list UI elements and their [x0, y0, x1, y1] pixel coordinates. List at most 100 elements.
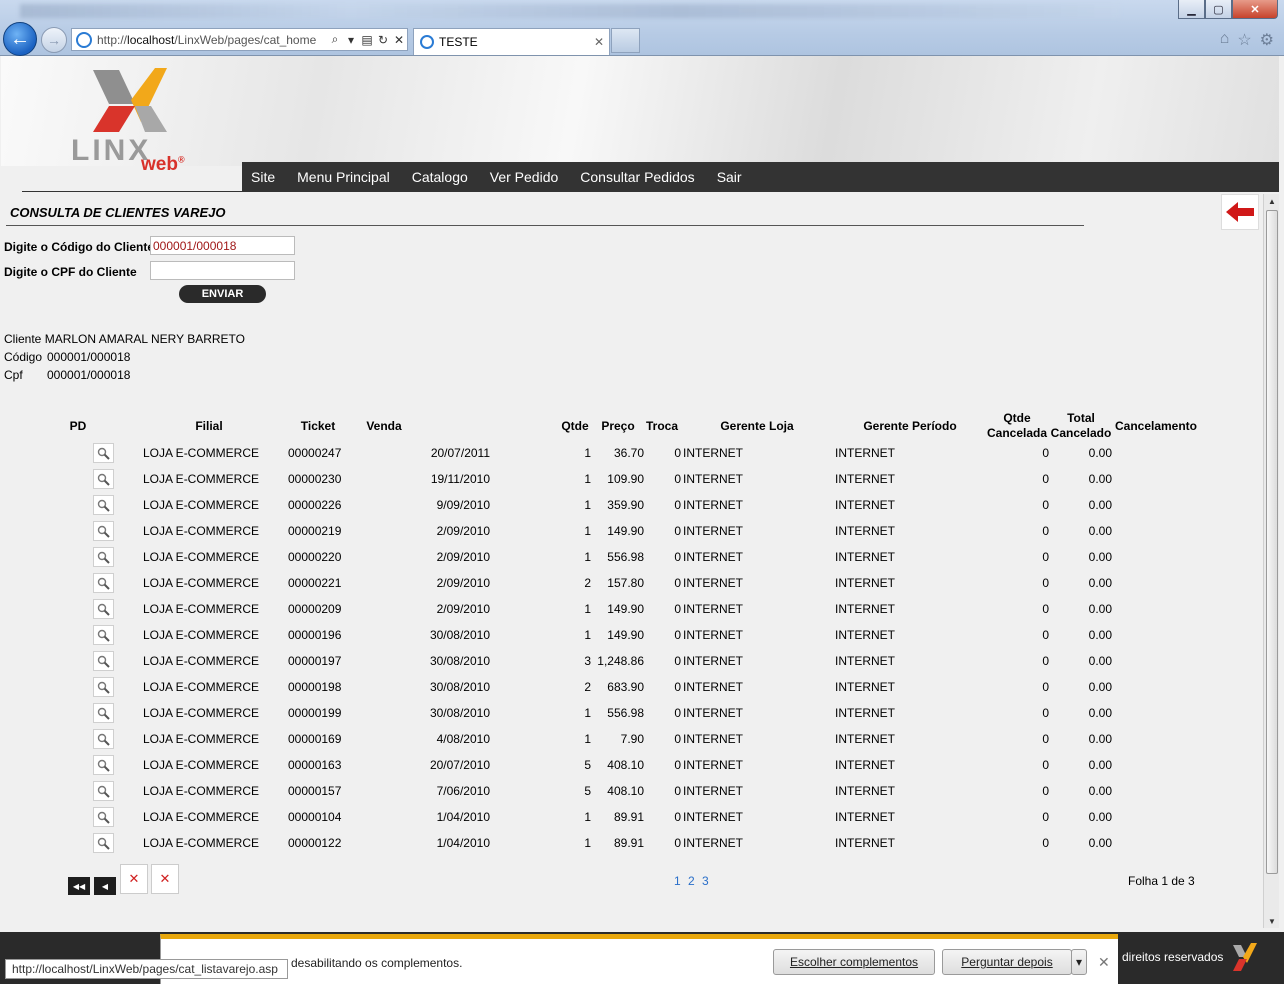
magnifier-details-icon[interactable]: [93, 703, 114, 723]
cell-troca: 0: [674, 550, 681, 564]
perguntar-depois-button[interactable]: Perguntar depois: [942, 949, 1072, 975]
dropdown-icon[interactable]: ▾: [343, 33, 359, 47]
codigo-info-value: 000001/000018: [47, 350, 131, 364]
menu-item-sair[interactable]: Sair: [717, 169, 742, 185]
magnifier-details-icon[interactable]: [93, 677, 114, 697]
th-qtde-cancelada-line2: Cancelada: [987, 426, 1048, 440]
menu-item-site[interactable]: Site: [251, 169, 275, 185]
cell-qtde-cancelada: 0: [1042, 602, 1049, 616]
magnifier-details-icon[interactable]: [93, 729, 114, 749]
th-gerente-loja: Gerente Loja: [720, 419, 794, 433]
cell-preco: 109.90: [607, 472, 644, 486]
cell-filial: LOJA E-COMMERCE: [143, 524, 260, 538]
table-row: LOJA E-COMMERCE 00000247 20/07/2011 1 36.70 0…: [1, 441, 1279, 467]
cell-preco: 149.90: [607, 602, 644, 616]
cell-filial: LOJA E-COMMERCE: [143, 498, 260, 512]
menu-item-catalogo[interactable]: Catalogo: [412, 169, 468, 185]
search-icon[interactable]: ⌕: [327, 32, 343, 47]
magnifier-details-icon[interactable]: [93, 547, 114, 567]
address-url[interactable]: http://localhost/LinxWeb/pages/cat_home: [97, 33, 327, 47]
cell-filial: LOJA E-COMMERCE: [143, 576, 260, 590]
enviar-button[interactable]: ENVIAR: [179, 285, 266, 303]
notification-bar: desabilitando os complementos. Escolher …: [160, 934, 1118, 984]
menu-item-ver-pedido[interactable]: Ver Pedido: [490, 169, 559, 185]
browser-chrome: ▁ ▢ ✕ ← → http://localhost/LinxWeb/pages…: [0, 0, 1284, 56]
cpf-input[interactable]: [150, 261, 295, 280]
cell-qtde: 5: [584, 784, 591, 798]
magnifier-details-icon[interactable]: [93, 495, 114, 515]
escolher-complementos-button[interactable]: Escolher complementos: [773, 949, 935, 975]
client-codigo: Código 000001/000018: [4, 350, 130, 364]
cell-preco: 556.98: [607, 706, 644, 720]
codigo-input[interactable]: [150, 236, 295, 255]
table-row: LOJA E-COMMERCE 00000230 19/11/2010 1 109.90…: [1, 467, 1279, 493]
address-bar[interactable]: http://localhost/LinxWeb/pages/cat_home …: [71, 28, 408, 51]
notification-close-icon[interactable]: ✕: [1098, 954, 1110, 971]
magnifier-details-icon[interactable]: [93, 599, 114, 619]
cell-qtde: 1: [584, 628, 591, 642]
favorites-star-icon[interactable]: ☆: [1237, 30, 1251, 50]
cell-ticket: 00000163: [288, 758, 342, 772]
th-total-cancelado-line1: Total: [1067, 411, 1095, 425]
browser-tab[interactable]: TESTE ✕: [413, 28, 610, 55]
magnifier-details-icon[interactable]: [93, 781, 114, 801]
red-back-arrow-icon: [1226, 202, 1254, 222]
prev-page-button[interactable]: ◀: [94, 877, 116, 895]
compatibility-icon[interactable]: ▤: [359, 33, 375, 47]
magnifier-details-icon[interactable]: [93, 521, 114, 541]
cell-data: 7/06/2010: [436, 784, 490, 798]
cell-total-cancelado: 0.00: [1088, 784, 1112, 798]
close-window-button[interactable]: ✕: [1232, 0, 1278, 19]
magnifier-details-icon[interactable]: [93, 651, 114, 671]
table-row: LOJA E-COMMERCE 00000209 2/09/2010 1 149.90 0…: [1, 597, 1279, 623]
page-links[interactable]: 1 2 3: [674, 874, 711, 888]
cell-total-cancelado: 0.00: [1088, 524, 1112, 538]
menu-item-menu-principal[interactable]: Menu Principal: [297, 169, 390, 185]
close-tab-icon[interactable]: ✕: [594, 35, 604, 49]
cell-filial: LOJA E-COMMERCE: [143, 810, 260, 824]
magnifier-details-icon[interactable]: [93, 755, 114, 775]
cell-filial: LOJA E-COMMERCE: [143, 706, 260, 720]
magnifier-details-icon[interactable]: [93, 469, 114, 489]
cell-filial: LOJA E-COMMERCE: [143, 654, 260, 668]
th-ticket: Ticket: [300, 419, 336, 433]
th-qtde-cancelada-line1: Qtde: [1003, 411, 1031, 425]
cell-data: 30/08/2010: [429, 706, 490, 720]
back-arrow-button[interactable]: [1221, 194, 1259, 230]
cell-total-cancelado: 0.00: [1088, 550, 1112, 564]
magnifier-details-icon[interactable]: [93, 573, 114, 593]
first-page-button[interactable]: ◀◀: [68, 877, 90, 895]
refresh-icon[interactable]: ↻: [375, 33, 391, 47]
cpf-info-label: Cpf: [4, 368, 23, 382]
magnifier-details-icon[interactable]: [93, 833, 114, 853]
back-button[interactable]: ←: [3, 22, 37, 56]
forward-button[interactable]: →: [41, 27, 67, 53]
last-page-broken-image-icon[interactable]: ✕: [151, 864, 179, 894]
home-icon[interactable]: ⌂: [1220, 30, 1230, 50]
tab-title: TESTE: [439, 35, 478, 49]
cell-qtde-cancelada: 0: [1042, 550, 1049, 564]
status-bar-url: http://localhost/LinxWeb/pages/cat_lista…: [5, 959, 288, 979]
cell-data: 30/08/2010: [429, 628, 490, 642]
menu-item-consultar-pedidos[interactable]: Consultar Pedidos: [580, 169, 694, 185]
magnifier-details-icon[interactable]: [93, 625, 114, 645]
vertical-scrollbar[interactable]: ▲ ▼: [1263, 194, 1279, 928]
new-tab-button[interactable]: [611, 28, 640, 53]
footer-linx-icon: [1233, 943, 1257, 971]
magnifier-details-icon[interactable]: [93, 807, 114, 827]
cell-qtde-cancelada: 0: [1042, 680, 1049, 694]
maximize-button[interactable]: ▢: [1205, 0, 1232, 19]
cell-data: 9/09/2010: [436, 498, 490, 512]
next-page-broken-image-icon[interactable]: ✕: [120, 864, 148, 894]
scrollbar-thumb[interactable]: [1266, 210, 1278, 874]
magnifier-details-icon[interactable]: [93, 443, 114, 463]
scroll-down-icon[interactable]: ▼: [1268, 917, 1276, 926]
minimize-button[interactable]: ▁: [1178, 0, 1205, 19]
stop-icon[interactable]: ✕: [391, 33, 407, 47]
settings-gear-icon[interactable]: ⚙: [1260, 30, 1274, 50]
cell-qtde-cancelada: 0: [1042, 446, 1049, 460]
cell-troca: 0: [674, 446, 681, 460]
cell-total-cancelado: 0.00: [1088, 446, 1112, 460]
perguntar-depois-dropdown-icon[interactable]: ▾: [1071, 949, 1087, 975]
scroll-up-icon[interactable]: ▲: [1268, 197, 1276, 206]
